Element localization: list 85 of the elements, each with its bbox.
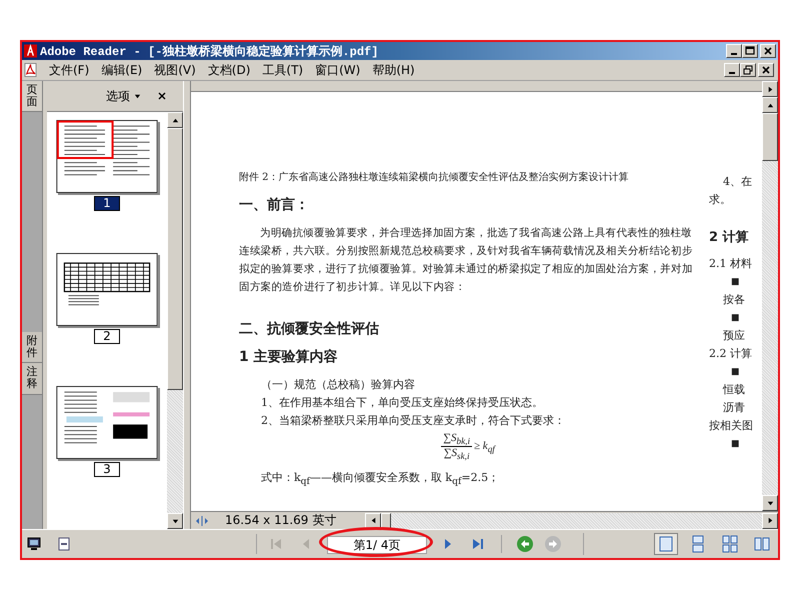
- paragraph: 为明确抗倾覆验算要求，并合理选择加固方案，批选了我省高速公路上具有代表性的独柱墩连续梁桥，共六联。分别按照新规范总校稿要求，及针对我省车辆荷载情况及相关分析结论初步拟定的验算要求，进行了抗倾覆验算。对验算未通过的桥梁拟定了相应的加固处治方案，并对加固方案的造价进行了初步计算。详见以下内容：: [239, 226, 694, 295]
- panel-menu-button[interactable]: [762, 81, 778, 97]
- section-heading: 二、抗倾覆安全性评估: [239, 320, 380, 338]
- document-text: 2.2 计算: [709, 346, 753, 362]
- document-text: 1、在作用基本组合下，单向受压支座始终保持受压状态。: [260, 395, 544, 411]
- formula-numerator: ∑S$_{bk,i}$: [441, 432, 472, 448]
- document-text: 按各: [722, 292, 746, 308]
- page-number-field[interactable]: 第1/ 4页: [327, 536, 427, 554]
- page-thumbnail[interactable]: [56, 253, 158, 326]
- document-text: 附件 2：广东省高速公路独柱墩连续箱梁横向抗倾覆安全性评估及整治实例方案设计计算: [239, 170, 630, 184]
- page-layout-icon: [721, 535, 739, 553]
- app-logo-icon: [24, 44, 37, 58]
- skip-arrow-icon: [470, 536, 486, 552]
- menu-item[interactable]: 帮助(H): [366, 62, 421, 78]
- close-icon: [157, 91, 167, 101]
- scrollbar-thumb[interactable]: [762, 113, 778, 161]
- arrow-icon: [170, 516, 180, 526]
- back-button[interactable]: [516, 535, 534, 553]
- minimize-button[interactable]: [726, 44, 742, 58]
- menu-item[interactable]: 窗口(W): [309, 62, 366, 78]
- section-heading: 2 计算: [709, 229, 750, 247]
- caret-icon: [134, 92, 141, 100]
- options-menu-button[interactable]: 选项: [106, 88, 141, 104]
- page-size-label: 16.54 x 11.69 英寸: [224, 512, 338, 529]
- section-heading: 1 主要验算内容: [239, 348, 339, 366]
- formula-denominator: ∑S$_{sk,i}$: [444, 447, 470, 462]
- formula-text: ≥ k$_{qf}$: [474, 440, 495, 454]
- close-panel-button[interactable]: [157, 91, 167, 101]
- page-thumbnail[interactable]: [56, 120, 158, 193]
- document-text: 4、在: [722, 174, 753, 190]
- side-tab[interactable]: 注释: [22, 363, 42, 395]
- close-button[interactable]: [758, 63, 774, 77]
- document-icon[interactable]: [24, 62, 37, 78]
- page-layout-icon: [753, 535, 771, 553]
- side-tab[interactable]: 页面: [22, 81, 42, 112]
- document-text: 按相关图: [709, 418, 754, 434]
- document-text: 2.1 材料: [709, 256, 753, 272]
- menu-item[interactable]: 编辑(E): [95, 62, 148, 78]
- page-number-label: 2: [94, 329, 120, 344]
- minimize-icon: [729, 72, 735, 74]
- close-icon: [761, 65, 771, 75]
- side-tab[interactable]: 附件: [22, 332, 42, 364]
- restore-button[interactable]: [740, 63, 756, 77]
- document-text: 2、当箱梁桥整联只采用单向受压支座支承时，符合下式要求：: [260, 413, 566, 429]
- minimize-button[interactable]: [724, 63, 740, 77]
- document-text: 沥青: [722, 400, 746, 416]
- restore-icon: [743, 65, 753, 75]
- scroll-down-button[interactable]: [762, 495, 778, 511]
- single-page-button[interactable]: [654, 533, 678, 555]
- document-text: 求。: [709, 192, 732, 208]
- maximize-icon: [745, 46, 755, 56]
- scroll-down-button[interactable]: [167, 513, 183, 529]
- page-layout-icon: [657, 535, 675, 553]
- menu-item[interactable]: 视图(V): [148, 62, 202, 78]
- section-heading: 一、前言：: [239, 196, 310, 214]
- scroll-right-button[interactable]: [762, 512, 778, 528]
- page-number-label: 1: [94, 196, 120, 211]
- document-text: 式中：k$_{qf}$——横向倾覆安全系数，取 k$_{qf}$=2.5；: [260, 470, 500, 490]
- bullet-mark: ■: [730, 276, 741, 289]
- window-icon[interactable]: [56, 536, 72, 552]
- scroll-left-button[interactable]: [365, 512, 381, 528]
- menu-item[interactable]: 工具(T): [256, 62, 310, 78]
- page-thumbnail[interactable]: [56, 386, 158, 459]
- document-text: 预应: [722, 328, 746, 344]
- page-number-label: 3: [94, 462, 120, 477]
- scroll-up-button[interactable]: [167, 112, 183, 128]
- monitor-icon[interactable]: [26, 536, 42, 552]
- bullet-mark: ■: [730, 312, 741, 325]
- bullet-mark: ■: [730, 438, 741, 451]
- close-icon: [763, 46, 773, 56]
- scroll-up-button[interactable]: [762, 97, 778, 113]
- document-text: 恒载: [722, 382, 746, 398]
- close-button[interactable]: [760, 44, 776, 58]
- splitter-handle[interactable]: [183, 81, 191, 529]
- window-title: Adobe Reader - [-独柱墩桥梁横向稳定验算计算示例.pdf]: [40, 44, 378, 60]
- bullet-mark: ■: [730, 366, 741, 379]
- scrollbar-thumb[interactable]: [167, 128, 183, 390]
- maximize-button[interactable]: [742, 44, 758, 58]
- skip-arrow-icon: [268, 536, 284, 552]
- document-text: （一）规范（总校稿）验算内容: [260, 377, 416, 393]
- split-handle-icon[interactable]: [195, 514, 209, 526]
- menu-item[interactable]: 文档(D): [202, 62, 256, 78]
- scrollbar-thumb[interactable]: [381, 512, 391, 528]
- menu-item[interactable]: 文件(F): [43, 62, 96, 78]
- minimize-icon: [731, 53, 737, 55]
